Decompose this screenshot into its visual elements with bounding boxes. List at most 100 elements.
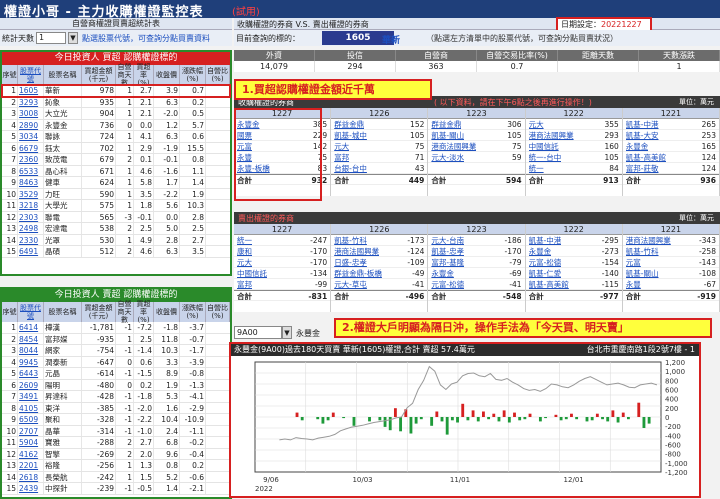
broker-row: 康和 -170 [234,246,331,257]
stock-code-link[interactable]: 2201 [18,460,44,471]
broker-name-link[interactable]: 統一-台中 [529,152,562,162]
broker-name-link[interactable]: 凱基-竹科 [334,235,367,245]
broker-name-link[interactable]: 富邦-莊敬 [626,163,659,173]
stock-code-link[interactable]: 4162 [18,448,44,459]
broker-name-link[interactable]: 永豐 [626,279,641,289]
broker-name-link[interactable]: 凱基-忠孝 [431,246,464,256]
stock-code-link[interactable]: 6679 [18,142,44,153]
stock-code-link[interactable]: 3218 [18,200,44,211]
broker-name-link[interactable]: 港商法國興業 [334,246,379,256]
stock-code-link[interactable]: 8463 [18,177,44,188]
stock-code-link[interactable]: 8454 [18,333,44,344]
broker-name-link[interactable]: 港商法國興業 [431,141,476,151]
broker-select[interactable]: 9A00 [234,326,282,339]
broker-name-link[interactable]: 台銀-台中 [334,163,367,173]
stock-code-link[interactable]: 6414 [18,322,44,333]
sell-row: 12 4162 智擎 -269 2 2.0 9.6 -0.4 [2,448,230,460]
broker-name-link[interactable]: 元富-松德 [431,279,464,289]
chevron-down-icon[interactable]: ▼ [68,32,78,44]
stock-code-link[interactable]: 2618 [18,471,44,482]
broker-name-link[interactable]: 康和 [237,246,252,256]
stock-code-link[interactable]: 2498 [18,223,44,234]
broker-name-link[interactable]: 中國信託 [237,268,267,278]
broker-name-link[interactable]: 凱基-關山 [626,268,659,278]
broker-name-link[interactable]: 凱基-大安 [626,130,659,140]
stock-code-link[interactable]: 6533 [18,165,44,176]
broker-name-link[interactable]: 凱基-中港 [626,119,659,129]
stock-code-link[interactable]: 2303 [18,211,44,222]
table-cell: -3.7 [180,322,206,333]
chart-bar [342,417,346,419]
broker-name-link[interactable]: 凱基-高美館 [626,152,666,162]
stock-code-link[interactable]: 2890 [18,119,44,130]
chart-bar [352,417,356,426]
chevron-down-icon[interactable]: ▼ [282,326,292,339]
stock-code-link[interactable]: 9945 [18,356,44,367]
broker-amount: 165 [701,142,716,151]
broker-name-link[interactable]: 富邦 [334,152,349,162]
query-label: 目前查詢的標的： [236,34,300,43]
broker-name-link[interactable]: 凱基-中港 [529,235,562,245]
broker-name-link[interactable]: 港商法國興業 [529,130,574,140]
broker-name-link[interactable]: 群益金鼎 [431,119,461,129]
broker-amount: -134 [310,269,328,278]
info-header-cell: 自營交易比率(%) [477,50,558,61]
stock-code-link[interactable]: 6509 [18,414,44,425]
buy-row: 12 2303 聯電 565 -3 -0.1 0.0 2.8 [2,211,230,223]
broker-name-link[interactable]: 凱基-仁愛 [529,268,562,278]
broker-name-link[interactable]: 元大-草屯 [334,279,367,289]
broker-name-link[interactable]: 元大-台南 [431,235,464,245]
date-value[interactable]: 20221227 [601,20,642,29]
broker-name-link[interactable]: 富邦-基隆 [431,257,464,267]
broker-name-link[interactable]: 元大 [237,257,252,267]
stock-code-link[interactable]: 3034 [18,131,44,142]
broker-name-link[interactable]: 統一 [237,235,252,245]
broker-name-link[interactable]: 凱基-竹科 [626,246,659,256]
broker-name-link[interactable]: 中國信託 [529,141,559,151]
broker-name-link[interactable]: 元富-松德 [529,257,562,267]
broker-row [428,163,525,174]
stock-code-link[interactable]: 2707 [18,425,44,436]
table-cell: 9.6 [154,448,180,459]
broker-name-link[interactable]: 群益金鼎-板橋 [334,268,382,278]
stock-code-link[interactable]: 3529 [18,188,44,199]
broker-name-link[interactable]: 元富 [626,257,641,267]
broker-block-date: 1222 [525,108,622,119]
broker-name-link[interactable]: 港商法國興業 [626,235,671,245]
broker-total: 合計 -548 [428,290,525,301]
stock-code-link[interactable]: 3293 [18,96,44,107]
stock-code-link[interactable]: 2439 [18,483,44,494]
broker-row: 中國信託 160 [525,141,622,152]
broker-name-link[interactable]: 元大-淡水 [431,152,464,162]
broker-name-link[interactable]: 統一 [529,163,544,173]
broker-name-link[interactable]: 凱基-高美館 [529,279,569,289]
table-cell: 0.1 [134,154,154,165]
stock-code-link[interactable]: 2609 [18,379,44,390]
stock-code-link[interactable]: 5904 [18,437,44,448]
broker-name-link[interactable]: 元大 [334,141,349,151]
broker-name-link[interactable]: 凱基-城中 [334,130,367,140]
stock-code-link[interactable]: 6491 [18,246,44,257]
days-input[interactable]: 1 [36,32,66,44]
broker-name-link[interactable]: 永豐金 [431,268,454,278]
broker-name-link[interactable]: 日盛-忠孝 [334,257,367,267]
stock-code-link[interactable]: 3491 [18,391,44,402]
stock-code-link[interactable]: 3008 [18,108,44,119]
stock-code-link[interactable]: 2360 [18,154,44,165]
table-cell: 1 [116,200,134,211]
stock-code-link[interactable]: 6443 [18,368,44,379]
stock-code-link[interactable]: 1605 [18,85,44,96]
broker-amount: 105 [604,153,619,162]
broker-name-link[interactable]: 永豐金 [626,141,649,151]
stock-code-link[interactable]: 4105 [18,402,44,413]
x-tick-year: 2022 [255,485,273,493]
table-cell: 1 [2,322,18,333]
broker-block: 1222 凱基-中港 -295 永豐金 -273 元富-松德 -154 凱基-仁愛 -140 凱基… [525,224,623,312]
stock-code-link[interactable]: 2330 [18,234,44,245]
broker-name-link[interactable]: 富邦 [237,279,252,289]
broker-name-link[interactable]: 永豐金 [529,246,552,256]
broker-name-link[interactable]: 元大 [529,119,544,129]
stock-code-link[interactable]: 8044 [18,345,44,356]
broker-name-link[interactable]: 群益金鼎 [334,119,364,129]
broker-name-link[interactable]: 凱基-關山 [431,130,464,140]
